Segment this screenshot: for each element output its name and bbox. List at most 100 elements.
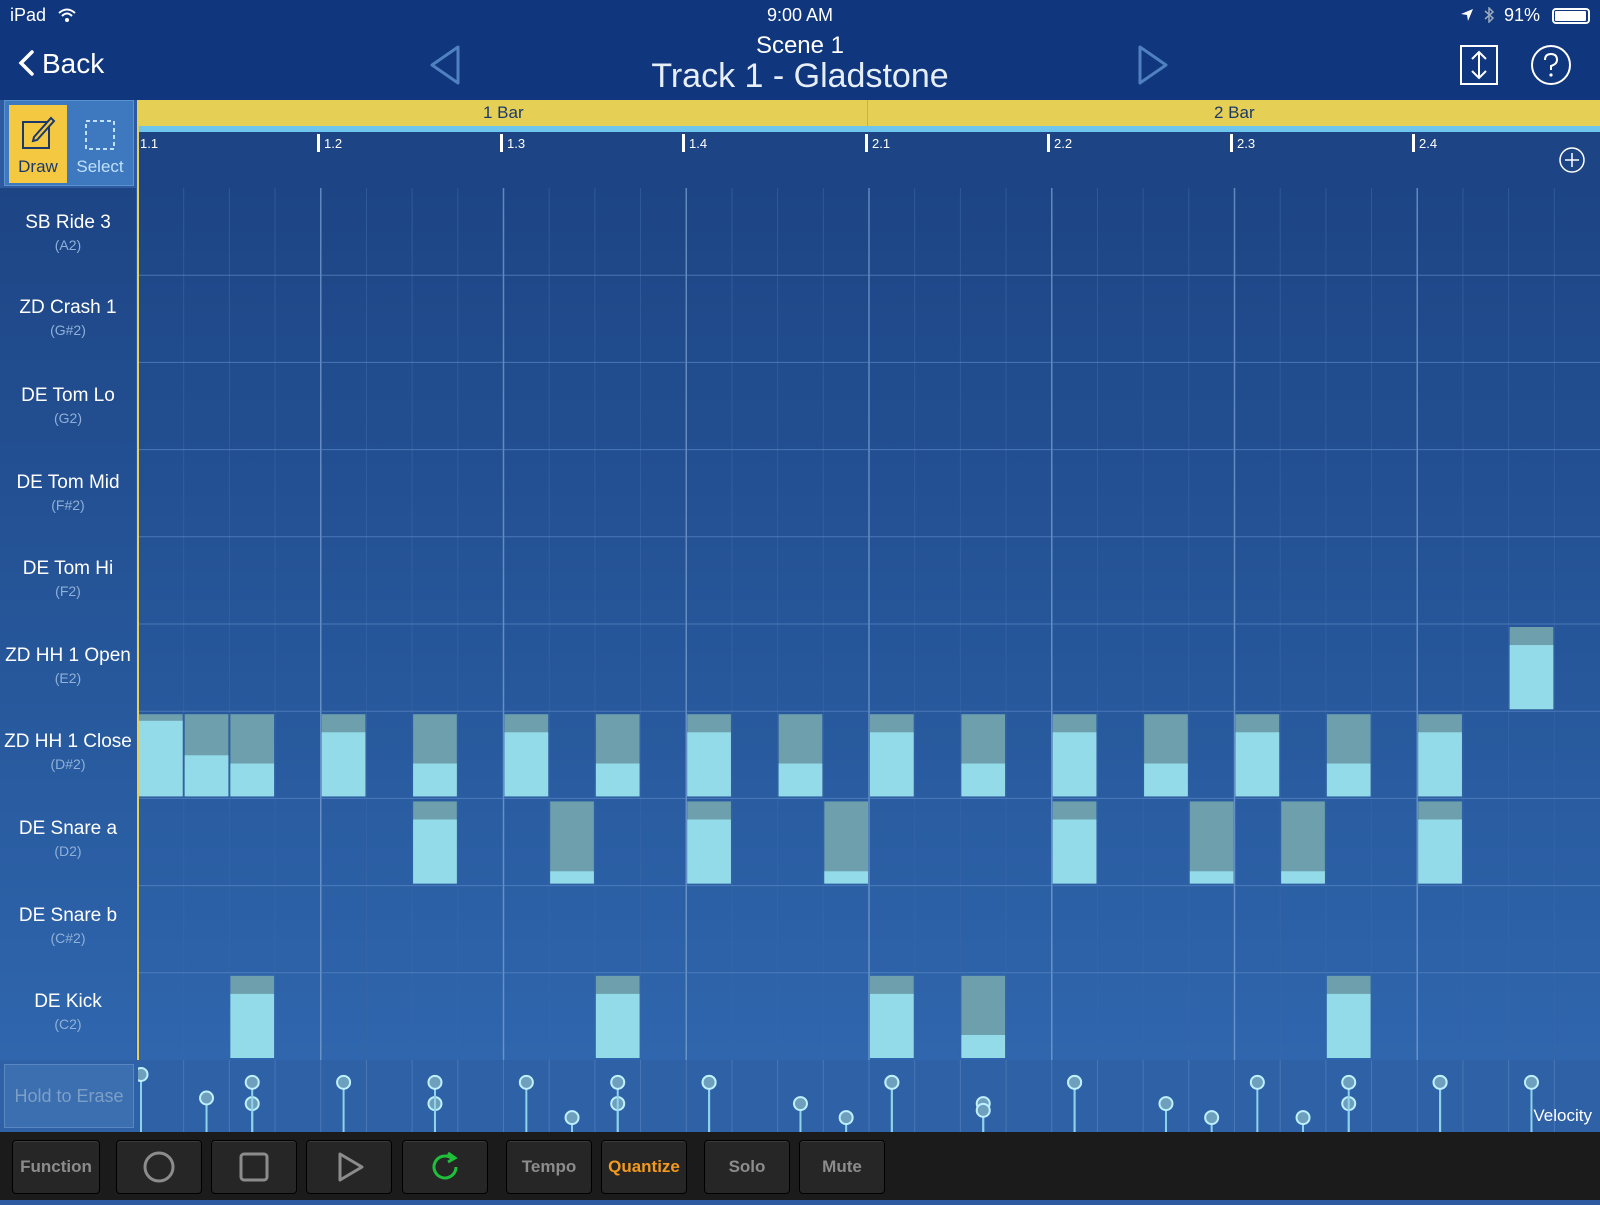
- note-block[interactable]: [595, 975, 640, 1058]
- velocity-handle[interactable]: [427, 1074, 443, 1090]
- note-block[interactable]: [321, 714, 366, 797]
- quantize-button[interactable]: Quantize: [601, 1140, 687, 1194]
- note-block[interactable]: [687, 714, 731, 797]
- playhead: [137, 100, 139, 1060]
- velocity-handle[interactable]: [199, 1090, 215, 1106]
- velocity-handle[interactable]: [138, 1066, 149, 1082]
- instrument-row[interactable]: DE Kick (C2): [0, 991, 136, 1032]
- note-velocity-fill: [1144, 763, 1188, 797]
- velocity-lane[interactable]: Hold to Erase Velocity: [0, 1060, 1600, 1132]
- velocity-handle[interactable]: [1067, 1074, 1083, 1090]
- note-block[interactable]: [1235, 714, 1280, 797]
- note-velocity-fill: [1235, 732, 1280, 797]
- velocity-handle[interactable]: [1432, 1074, 1448, 1090]
- note-block[interactable]: [1144, 714, 1188, 797]
- note-velocity-fill: [1052, 819, 1097, 884]
- draw-tool-button[interactable]: Draw: [9, 105, 67, 183]
- note-block[interactable]: [1052, 801, 1097, 884]
- velocity-handle[interactable]: [244, 1074, 260, 1090]
- velocity-handle[interactable]: [1523, 1074, 1539, 1090]
- instrument-row[interactable]: DE Snare b (C#2): [0, 905, 136, 946]
- instrument-row[interactable]: ZD HH 1 Open (E2): [0, 645, 136, 686]
- step-grid-canvas[interactable]: [138, 188, 1600, 1060]
- velocity-handle[interactable]: [1341, 1074, 1357, 1090]
- note-block[interactable]: [139, 714, 183, 797]
- instrument-row[interactable]: ZD Crash 1 (G#2): [0, 297, 136, 338]
- expand-vertical-icon[interactable]: [1459, 44, 1499, 86]
- instrument-row[interactable]: DE Snare a (D2): [0, 818, 136, 859]
- note-block[interactable]: [1509, 627, 1554, 710]
- bar-1-label: 1 Bar: [483, 103, 524, 122]
- next-track-icon[interactable]: [1136, 44, 1170, 86]
- note-block[interactable]: [778, 714, 823, 797]
- note-block[interactable]: [1189, 801, 1234, 884]
- instrument-name: DE Tom Hi: [22, 558, 114, 579]
- add-bar-icon[interactable]: [1558, 146, 1586, 174]
- tick-label: 2.3: [1230, 134, 1255, 152]
- velocity-handle[interactable]: [518, 1074, 534, 1090]
- loop-icon: [432, 1151, 458, 1180]
- velocity-label: Velocity: [1533, 1106, 1592, 1125]
- velocity-handle[interactable]: [1158, 1096, 1174, 1112]
- velocity-handle[interactable]: [336, 1074, 352, 1090]
- note-block[interactable]: [230, 975, 275, 1058]
- stop-button[interactable]: [211, 1140, 297, 1194]
- tempo-button[interactable]: Tempo: [506, 1140, 592, 1194]
- instrument-row[interactable]: DE Tom Lo (G2): [0, 385, 136, 426]
- select-label: Select: [76, 157, 124, 176]
- note-block[interactable]: [824, 801, 868, 884]
- nav-bar: Back Scene 1 Track 1 - Gladstone: [0, 30, 1600, 100]
- help-icon[interactable]: [1530, 44, 1572, 86]
- note-block[interactable]: [687, 801, 731, 884]
- record-button[interactable]: [116, 1140, 202, 1194]
- loop-button[interactable]: [402, 1140, 488, 1194]
- velocity-handle[interactable]: [884, 1074, 900, 1090]
- note-block[interactable]: [1281, 801, 1325, 884]
- instrument-row[interactable]: DE Tom Mid (F#2): [0, 472, 136, 513]
- tick-label: 2.4: [1412, 134, 1437, 152]
- hold-to-erase-button[interactable]: Hold to Erase: [4, 1064, 134, 1128]
- velocity-handle[interactable]: [610, 1074, 626, 1090]
- note-block[interactable]: [595, 714, 640, 797]
- note-block[interactable]: [184, 714, 229, 797]
- note-block[interactable]: [870, 714, 914, 797]
- instrument-row[interactable]: SB Ride 3 (A2): [0, 212, 136, 253]
- note-block[interactable]: [961, 975, 1006, 1058]
- velocity-handle[interactable]: [1249, 1074, 1265, 1090]
- note-velocity-fill: [1326, 763, 1371, 797]
- note-block[interactable]: [550, 801, 594, 884]
- play-button[interactable]: [306, 1140, 392, 1194]
- solo-button[interactable]: Solo: [704, 1140, 790, 1194]
- note-block[interactable]: [1326, 714, 1371, 797]
- note-block[interactable]: [230, 714, 275, 797]
- instrument-row[interactable]: ZD HH 1 Close (D#2): [0, 731, 136, 772]
- note-velocity-fill: [1326, 993, 1371, 1058]
- instrument-row[interactable]: DE Tom Hi (F2): [0, 558, 136, 599]
- velocity-handle[interactable]: [1295, 1110, 1311, 1126]
- mute-button[interactable]: Mute: [799, 1140, 885, 1194]
- note-block[interactable]: [870, 975, 914, 1058]
- note-block[interactable]: [413, 801, 457, 884]
- note-block[interactable]: [413, 714, 457, 797]
- beat-ruler[interactable]: 1.1 1.2 1.3 1.4 2.1 2.2 2.3 2.4: [138, 132, 1600, 188]
- step-grid[interactable]: [138, 188, 1600, 1060]
- velocity-handle[interactable]: [838, 1110, 854, 1126]
- select-tool-button[interactable]: Select: [71, 105, 129, 183]
- velocity-handle[interactable]: [564, 1110, 580, 1126]
- note-block[interactable]: [1052, 714, 1097, 797]
- note-block[interactable]: [1418, 714, 1462, 797]
- note-block[interactable]: [504, 714, 549, 797]
- velocity-handle[interactable]: [1204, 1110, 1220, 1126]
- velocity-handle[interactable]: [701, 1074, 717, 1090]
- note-block[interactable]: [1418, 801, 1462, 884]
- function-button[interactable]: Function: [12, 1140, 100, 1194]
- note-velocity-fill: [778, 763, 823, 797]
- velocity-handle[interactable]: [975, 1102, 991, 1118]
- note-block[interactable]: [961, 714, 1006, 797]
- record-icon: [143, 1151, 175, 1183]
- note-block[interactable]: [1326, 975, 1371, 1058]
- bar-ruler[interactable]: 1 Bar 2 Bar: [138, 100, 1600, 126]
- pencil-icon: [22, 116, 56, 149]
- velocity-handle[interactable]: [792, 1096, 808, 1112]
- velocity-canvas[interactable]: [138, 1060, 1600, 1132]
